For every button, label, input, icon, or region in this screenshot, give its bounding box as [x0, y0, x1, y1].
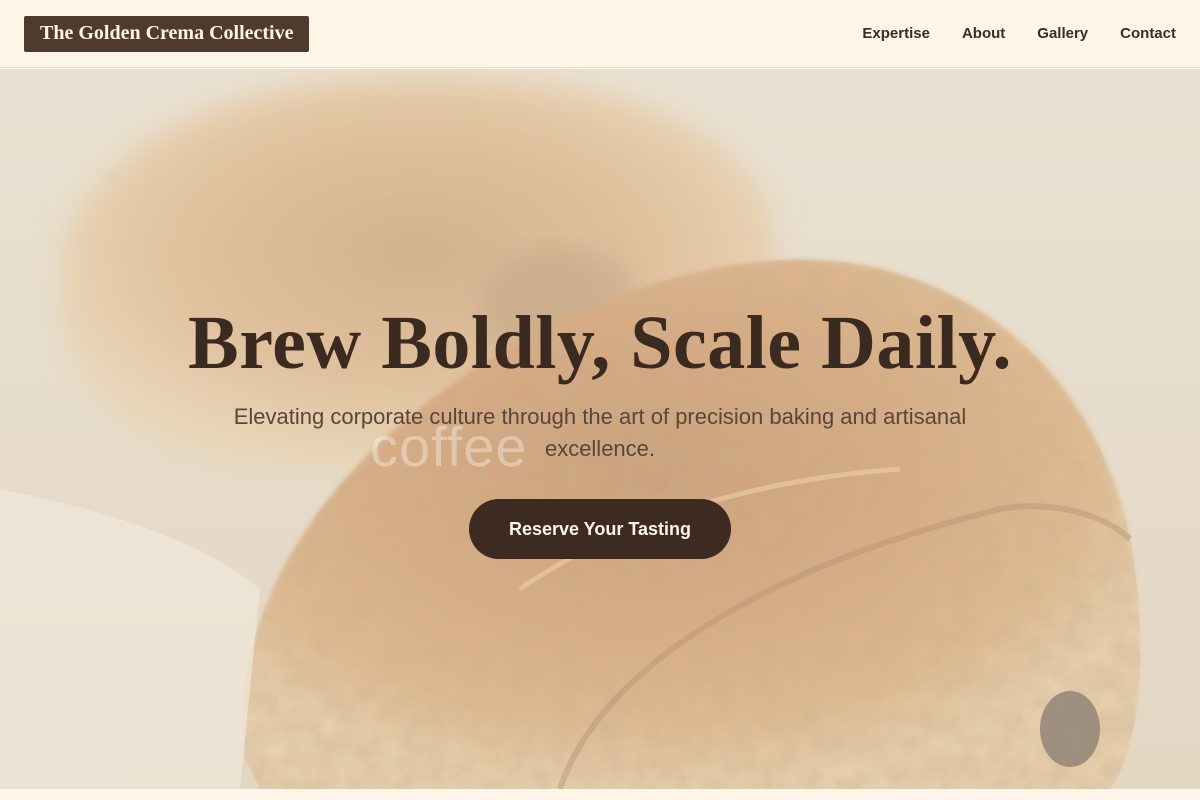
page-bottom-strip: [0, 789, 1200, 800]
hero-content: Brew Boldly, Scale Daily. Elevating corp…: [0, 305, 1200, 559]
nav-link-expertise[interactable]: Expertise: [862, 25, 930, 42]
hero-subtitle: Elevating corporate culture through the …: [233, 404, 967, 461]
hero-section: coffee Brew Boldly, Scale Daily. Elevati…: [0, 69, 1200, 789]
brand-name: The Golden Crema Collective: [40, 22, 294, 44]
nav-link-gallery[interactable]: Gallery: [1037, 25, 1088, 42]
nav-links: Expertise About Gallery Contact: [862, 25, 1176, 42]
hero-headline: Brew Boldly, Scale Daily.: [188, 301, 1012, 385]
nav-link-about[interactable]: About: [962, 25, 1005, 42]
reserve-tasting-button[interactable]: Reserve Your Tasting: [468, 499, 732, 559]
nav-link-contact[interactable]: Contact: [1120, 25, 1176, 42]
top-navbar: The Golden Crema Collective Expertise Ab…: [0, 0, 1200, 68]
brand-logo[interactable]: The Golden Crema Collective: [24, 15, 310, 52]
